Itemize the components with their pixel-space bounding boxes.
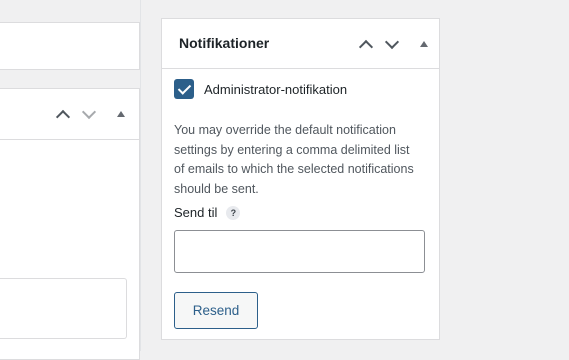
chevron-down-icon[interactable] — [383, 34, 401, 53]
send-to-email-input[interactable] — [174, 230, 425, 273]
triangle-up-icon[interactable] — [112, 105, 130, 123]
left-top-box — [0, 22, 140, 70]
left-input-field[interactable] — [0, 278, 127, 339]
override-description: You may override the default notificatio… — [174, 123, 414, 196]
main-column — [0, 0, 141, 360]
chevron-up-icon[interactable] — [54, 105, 72, 124]
checkmark-icon — [177, 80, 191, 95]
admin-notification-row: Administrator-notifikation — [174, 79, 347, 99]
admin-notification-label[interactable]: Administrator-notifikation — [204, 82, 347, 97]
panel-title: Notifikationer — [179, 35, 270, 51]
chevron-up-icon[interactable] — [357, 35, 375, 54]
send-to-label: Send til — [174, 205, 218, 220]
left-panel-header — [0, 89, 139, 140]
notifications-panel: Notifikationer Administrator-notifikatio… — [161, 18, 440, 340]
send-to-row: Send til ? — [174, 205, 241, 220]
resend-button[interactable]: Resend — [174, 292, 258, 329]
triangle-up-icon[interactable] — [415, 35, 433, 53]
help-icon[interactable]: ? — [226, 205, 241, 220]
panel-header: Notifikationer — [162, 19, 439, 69]
chevron-down-icon[interactable] — [80, 104, 98, 123]
admin-notification-checkbox[interactable] — [174, 79, 194, 99]
